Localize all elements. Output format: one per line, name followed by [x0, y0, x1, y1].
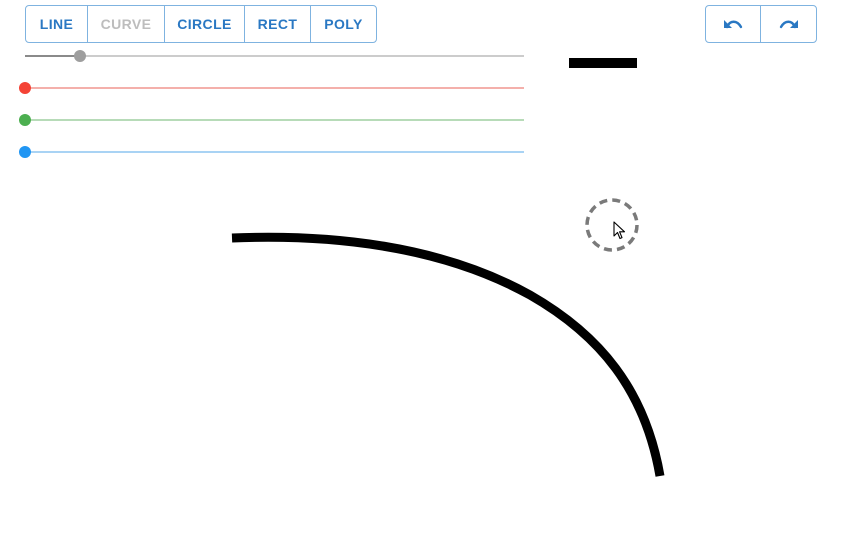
- history-controls: [705, 5, 817, 43]
- green-slider[interactable]: [19, 112, 524, 128]
- red-slider[interactable]: [19, 80, 524, 96]
- tool-poly-button[interactable]: POLY: [311, 6, 376, 42]
- brush-cursor-ring: [585, 198, 639, 252]
- mouse-pointer-icon: [613, 221, 626, 240]
- redo-icon: [779, 20, 798, 29]
- drawing-app: LINE CURVE CIRCLE RECT POLY: [0, 0, 859, 559]
- drawn-curve: [231, 232, 665, 477]
- slider-track: [25, 55, 524, 57]
- tool-selector: LINE CURVE CIRCLE RECT POLY: [25, 5, 377, 43]
- tool-line-button[interactable]: LINE: [26, 6, 88, 42]
- tool-circle-button[interactable]: CIRCLE: [165, 6, 245, 42]
- slider-fill: [25, 55, 80, 57]
- slider-track: [25, 87, 524, 89]
- slider-track: [25, 151, 524, 153]
- blue-slider[interactable]: [19, 144, 524, 160]
- undo-button[interactable]: [706, 6, 761, 42]
- slider-track: [25, 119, 524, 121]
- slider-thumb[interactable]: [19, 114, 31, 126]
- tool-rect-button[interactable]: RECT: [245, 6, 311, 42]
- stroke-preview: [569, 58, 637, 68]
- tool-curve-button[interactable]: CURVE: [88, 6, 165, 42]
- slider-thumb[interactable]: [19, 146, 31, 158]
- stroke-width-slider[interactable]: [25, 48, 524, 64]
- undo-icon: [724, 20, 743, 29]
- slider-thumb[interactable]: [74, 50, 86, 62]
- redo-button[interactable]: [761, 6, 816, 42]
- slider-thumb[interactable]: [19, 82, 31, 94]
